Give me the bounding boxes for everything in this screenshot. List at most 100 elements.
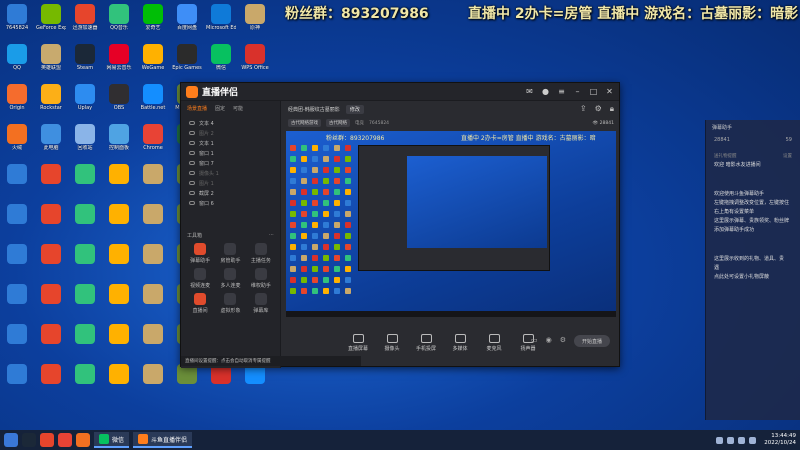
- huorong-icon[interactable]: [76, 433, 90, 447]
- desktop-icon[interactable]: 百度网盘: [172, 2, 202, 42]
- desktop-icon[interactable]: GeForce Experience: [36, 2, 66, 42]
- desktop-icon[interactable]: 回收站: [70, 122, 100, 162]
- desktop-icon[interactable]: [2, 362, 32, 402]
- settings-icon[interactable]: ⚙: [595, 104, 602, 114]
- tab-fixed[interactable]: 固定: [215, 105, 225, 112]
- tool-item[interactable]: 直播间: [185, 293, 215, 314]
- scene-item[interactable]: 截屏 2: [185, 188, 276, 198]
- eye-icon[interactable]: [189, 181, 195, 185]
- desktop-icon[interactable]: Rockstar: [36, 82, 66, 122]
- taskbar-app-wechat[interactable]: 微信: [94, 432, 130, 448]
- menu-icon[interactable]: ≡: [557, 87, 566, 96]
- desktop-icon[interactable]: 控制面板: [104, 122, 134, 162]
- share-icon[interactable]: ⇪: [580, 104, 587, 114]
- category-pill[interactable]: 古代网络游戏: [288, 119, 321, 127]
- input-method-icon[interactable]: [749, 436, 757, 444]
- more-icon[interactable]: ⋯: [269, 232, 274, 239]
- desktop-icon[interactable]: [240, 362, 270, 402]
- desktop-icon[interactable]: [2, 322, 32, 362]
- desktop-icon[interactable]: [70, 202, 100, 242]
- avatar[interactable]: ●: [541, 87, 550, 96]
- gear-icon[interactable]: ⚙: [560, 336, 566, 344]
- desktop-icon[interactable]: 微信: [206, 42, 236, 82]
- control-button[interactable]: 多媒体: [448, 334, 472, 352]
- desktop-icon[interactable]: Origin: [2, 82, 32, 122]
- desktop-icon[interactable]: [172, 362, 202, 402]
- desktop-icon[interactable]: [36, 282, 66, 322]
- desktop-icon[interactable]: QQ: [2, 42, 32, 82]
- lock-icon[interactable]: 🔒︎: [610, 104, 614, 114]
- desktop-icon[interactable]: [2, 242, 32, 282]
- scene-item[interactable]: 窗口 6: [185, 198, 276, 208]
- desktop-icon[interactable]: [138, 322, 168, 362]
- system-clock[interactable]: 13:44:49 2022/10/24: [764, 433, 796, 447]
- edit-title-button[interactable]: 修改: [345, 104, 364, 114]
- eye-icon[interactable]: [189, 161, 195, 165]
- scene-item[interactable]: 图片 1: [185, 178, 276, 188]
- desktop-icon[interactable]: [104, 282, 134, 322]
- desktop-icon[interactable]: Chrome: [138, 122, 168, 162]
- desktop-icon[interactable]: [2, 202, 32, 242]
- desktop-icon[interactable]: [2, 162, 32, 202]
- desktop-icon[interactable]: 爱奇艺: [138, 2, 168, 42]
- desktop-icon[interactable]: [36, 362, 66, 402]
- close-icon[interactable]: ✕: [605, 87, 614, 96]
- desktop-icon[interactable]: [70, 362, 100, 402]
- taskbar-app-live[interactable]: 斗鱼直播伴侣: [133, 432, 193, 448]
- tab-gift-alert[interactable]: 送礼物提醒: [714, 153, 737, 159]
- desktop-icon[interactable]: [104, 362, 134, 402]
- desktop-icon[interactable]: [70, 162, 100, 202]
- desktop-icon[interactable]: [206, 362, 236, 402]
- eye-icon[interactable]: [189, 121, 195, 125]
- desktop-icon[interactable]: [36, 242, 66, 282]
- record-icon[interactable]: ◉: [546, 336, 552, 344]
- eye-icon[interactable]: [189, 201, 195, 205]
- desktop-icon[interactable]: Battle.net: [138, 82, 168, 122]
- desktop-icon[interactable]: [104, 242, 134, 282]
- tool-item[interactable]: 多人连麦: [215, 268, 245, 289]
- desktop-icon[interactable]: OBS: [104, 82, 134, 122]
- desktop-icon[interactable]: [104, 202, 134, 242]
- desktop-icon[interactable]: 网易云音乐: [104, 42, 134, 82]
- tool-item[interactable]: 弹幕库: [246, 293, 276, 314]
- desktop-icon[interactable]: [138, 202, 168, 242]
- tray-icon[interactable]: [716, 436, 724, 444]
- scene-item[interactable]: 窗口 1: [185, 148, 276, 158]
- tab-possible[interactable]: 可能: [233, 105, 243, 112]
- desktop-icon[interactable]: [36, 322, 66, 362]
- scene-item[interactable]: 文本 4: [185, 118, 276, 128]
- desktop-icon[interactable]: 7645824: [2, 2, 32, 42]
- desktop-icon[interactable]: WPS Office: [240, 42, 270, 82]
- subcategory-pill[interactable]: 古代网络: [326, 119, 350, 127]
- eye-icon[interactable]: [189, 151, 195, 155]
- tab-scene[interactable]: 场景直播: [187, 105, 207, 112]
- start-live-button[interactable]: 开始直播: [574, 335, 610, 347]
- tool-item[interactable]: 主播任务: [246, 243, 276, 264]
- desktop-icon[interactable]: Uplay: [70, 82, 100, 122]
- desktop-icon[interactable]: [36, 202, 66, 242]
- tool-item[interactable]: 维权助手: [246, 268, 276, 289]
- control-button[interactable]: 直播屏幕: [346, 334, 370, 352]
- steam-icon[interactable]: [22, 433, 36, 447]
- eye-icon[interactable]: [189, 171, 195, 175]
- desktop-icon[interactable]: WeGame: [138, 42, 168, 82]
- desktop-icon[interactable]: [36, 162, 66, 202]
- eye-icon[interactable]: [189, 191, 195, 195]
- desktop-icon[interactable]: [104, 162, 134, 202]
- control-button[interactable]: 手机投屏: [414, 334, 438, 352]
- tool-item[interactable]: 虚拟形象: [215, 293, 245, 314]
- eye-icon[interactable]: [189, 141, 195, 145]
- minimize-icon[interactable]: –: [573, 87, 582, 96]
- tab-settings[interactable]: 设置: [783, 153, 792, 159]
- maximize-icon[interactable]: □: [589, 87, 598, 96]
- control-button[interactable]: 摄像头: [380, 334, 404, 352]
- control-button[interactable]: 麦克风: [482, 334, 506, 352]
- tool-item[interactable]: 弹幕助手: [185, 243, 215, 264]
- desktop-icon[interactable]: 原神: [240, 2, 270, 42]
- desktop-icon[interactable]: [70, 282, 100, 322]
- desktop-icon[interactable]: [2, 282, 32, 322]
- chrome-icon[interactable]: [58, 433, 72, 447]
- tool-item[interactable]: 视频连麦: [185, 268, 215, 289]
- scene-item[interactable]: 摄像头 1: [185, 168, 276, 178]
- app-icon[interactable]: [40, 433, 54, 447]
